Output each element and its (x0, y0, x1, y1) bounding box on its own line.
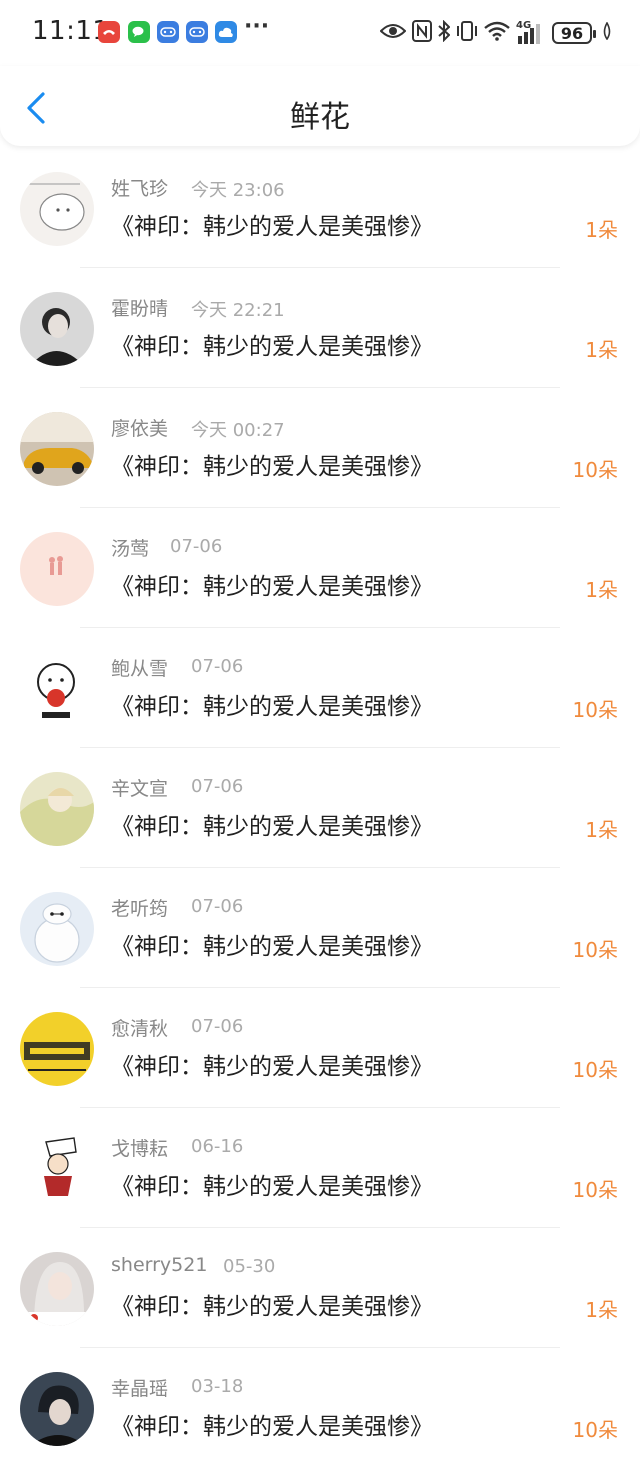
book-title: 《神印：韩少的爱人是美强惨》 (111, 1414, 433, 1440)
list-item[interactable]: 辛文宣 07-06 《神印：韩少的爱人是美强惨》 1朵 (0, 748, 640, 868)
avatar (20, 1252, 94, 1326)
user-name: sherry521 (111, 1254, 208, 1276)
gift-time: 07-06 (191, 1016, 244, 1037)
user-name: 辛文宣 (111, 778, 169, 800)
gift-time: 06-16 (191, 1136, 244, 1157)
flower-amount: 1朵 (585, 218, 618, 242)
user-name: 老听筠 (111, 898, 169, 920)
flower-record-list: 姓飞珍 今天 23:06 《神印：韩少的爱人是美强惨》 1朵 霍盼晴 今天 22… (0, 148, 640, 1466)
book-title: 《神印：韩少的爱人是美强惨》 (111, 694, 433, 720)
gift-time: 03-18 (191, 1376, 244, 1397)
book-title: 《神印：韩少的爱人是美强惨》 (111, 1054, 433, 1080)
system-indicators: 4G 96 (379, 18, 612, 48)
flower-amount: 10朵 (572, 1418, 618, 1442)
status-bar: 11:11 ··· 4G 96 (0, 0, 640, 66)
avatar (20, 1372, 94, 1446)
user-name: 汤莺 (111, 538, 150, 560)
user-name: 廖依美 (111, 418, 169, 440)
wifi-icon (484, 21, 510, 45)
book-title: 《神印：韩少的爱人是美强惨》 (111, 1294, 433, 1320)
book-title: 《神印：韩少的爱人是美强惨》 (111, 934, 433, 960)
avatar (20, 1132, 94, 1206)
book-title: 《神印：韩少的爱人是美强惨》 (111, 574, 433, 600)
user-name: 姓飞珍 (111, 178, 169, 200)
user-name: 愈清秋 (111, 1018, 169, 1040)
list-item[interactable]: 姓飞珍 今天 23:06 《神印：韩少的爱人是美强惨》 1朵 (0, 148, 640, 268)
leaf-icon (602, 21, 612, 44)
book-title: 《神印：韩少的爱人是美强惨》 (111, 214, 433, 240)
vibrate-icon (456, 20, 478, 46)
flower-amount: 1朵 (585, 338, 618, 362)
nfc-icon (412, 20, 432, 46)
gift-time: 07-06 (191, 656, 244, 677)
gift-time: 07-06 (170, 536, 223, 557)
avatar (20, 292, 94, 366)
gift-time: 今天 23:06 (191, 180, 285, 201)
user-name: 戈博耘 (111, 1138, 169, 1160)
avatar (20, 772, 94, 846)
avatar (20, 412, 94, 486)
flower-amount: 10朵 (572, 698, 618, 722)
avatar (20, 892, 94, 966)
flower-amount: 10朵 (572, 938, 618, 962)
list-item[interactable]: 鲍从雪 07-06 《神印：韩少的爱人是美强惨》 10朵 (0, 628, 640, 748)
list-item[interactable]: 霍盼晴 今天 22:21 《神印：韩少的爱人是美强惨》 1朵 (0, 268, 640, 388)
book-title: 《神印：韩少的爱人是美强惨》 (111, 814, 433, 840)
list-item[interactable]: 廖依美 今天 00:27 《神印：韩少的爱人是美强惨》 10朵 (0, 388, 640, 508)
user-name: 鲍从雪 (111, 658, 169, 680)
list-item[interactable]: sherry521 05-30 《神印：韩少的爱人是美强惨》 1朵 (0, 1228, 640, 1348)
list-item[interactable]: 幸晶瑶 03-18 《神印：韩少的爱人是美强惨》 10朵 (0, 1348, 640, 1466)
avatar (20, 532, 94, 606)
page-title: 鲜花 (290, 100, 350, 135)
user-name: 幸晶瑶 (111, 1378, 169, 1400)
missed-call-icon (98, 21, 120, 43)
gift-time: 今天 22:21 (191, 300, 285, 321)
flower-amount: 1朵 (585, 578, 618, 602)
avatar (20, 172, 94, 246)
gift-time: 05-30 (223, 1256, 276, 1277)
flower-amount: 10朵 (572, 458, 618, 482)
list-item[interactable]: 汤莺 07-06 《神印：韩少的爱人是美强惨》 1朵 (0, 508, 640, 628)
book-title: 《神印：韩少的爱人是美强惨》 (111, 1174, 433, 1200)
page-header: 鲜花 (0, 66, 640, 146)
book-title: 《神印：韩少的爱人是美强惨》 (111, 454, 433, 480)
list-item[interactable]: 愈清秋 07-06 《神印：韩少的爱人是美强惨》 10朵 (0, 988, 640, 1108)
gift-time: 07-06 (191, 776, 244, 797)
avatar (20, 1012, 94, 1086)
flower-amount: 10朵 (572, 1178, 618, 1202)
eye-icon (379, 22, 407, 44)
battery-indicator: 96 (552, 22, 596, 44)
game-controller-icon (186, 21, 208, 43)
game-controller-icon (157, 21, 179, 43)
gift-time: 今天 00:27 (191, 420, 285, 441)
avatar (20, 652, 94, 726)
bluetooth-icon (438, 19, 451, 46)
cloud-icon (215, 21, 237, 43)
user-name: 霍盼晴 (111, 298, 169, 320)
list-item[interactable]: 老听筠 07-06 《神印：韩少的爱人是美强惨》 10朵 (0, 868, 640, 988)
gift-time: 07-06 (191, 896, 244, 917)
flower-amount: 1朵 (585, 818, 618, 842)
list-item[interactable]: 戈博耘 06-16 《神印：韩少的爱人是美强惨》 10朵 (0, 1108, 640, 1228)
book-title: 《神印：韩少的爱人是美强惨》 (111, 334, 433, 360)
flower-amount: 1朵 (585, 1298, 618, 1322)
more-notifications-icon: ··· (244, 14, 270, 39)
flower-amount: 10朵 (572, 1058, 618, 1082)
wechat-icon (128, 21, 150, 43)
signal-4g-icon: 4G (516, 20, 546, 44)
